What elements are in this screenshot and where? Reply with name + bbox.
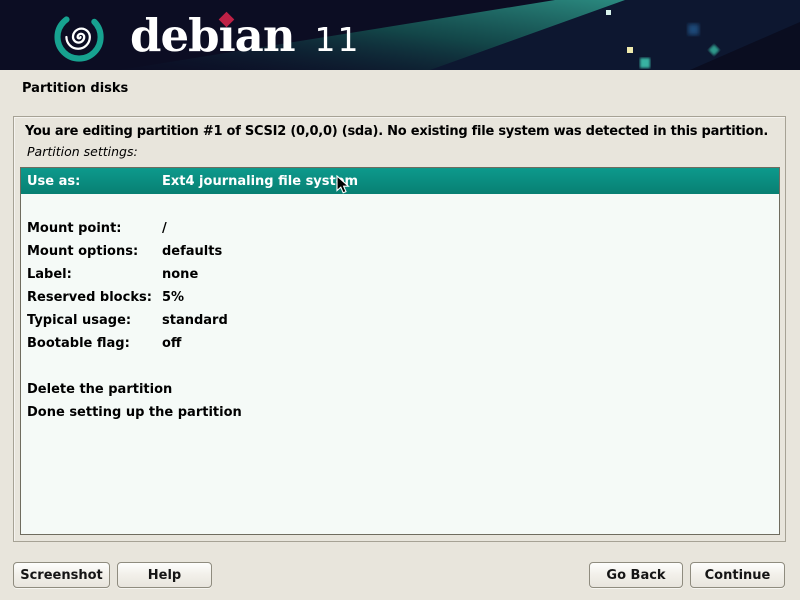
wordmark-i: ı bbox=[219, 0, 235, 70]
setting-value: off bbox=[162, 336, 181, 351]
list-spacer-row bbox=[21, 194, 779, 217]
installer-window: debıan 11 Partition disks You are editing… bbox=[0, 0, 800, 600]
list-item-use-as[interactable]: Use as: Ext4 journaling file system bbox=[21, 168, 779, 194]
wordmark-pre: deb bbox=[130, 9, 219, 62]
version-number: 11 bbox=[315, 20, 361, 59]
setting-label: Bootable flag: bbox=[21, 336, 162, 351]
go-back-button[interactable]: Go Back bbox=[589, 562, 683, 588]
list-item-label[interactable]: Label: none bbox=[21, 263, 779, 286]
setting-value: Ext4 journaling file system bbox=[162, 174, 358, 189]
list-item-delete-partition[interactable]: Delete the partition bbox=[21, 378, 779, 401]
debian-swirl-icon bbox=[50, 7, 110, 67]
setting-label: Label: bbox=[21, 267, 162, 282]
list-item-mount-point[interactable]: Mount point: / bbox=[21, 217, 779, 240]
setting-label: Use as: bbox=[21, 174, 162, 189]
header-banner: debıan 11 bbox=[0, 0, 800, 70]
list-item-typical-usage[interactable]: Typical usage: standard bbox=[21, 309, 779, 332]
continue-button[interactable]: Continue bbox=[690, 562, 785, 588]
page-title: Partition disks bbox=[22, 81, 128, 96]
setting-label: Mount options: bbox=[21, 244, 162, 259]
setting-value: standard bbox=[162, 313, 228, 328]
wordmark-post: an bbox=[235, 9, 295, 62]
banner-artwork bbox=[0, 0, 800, 70]
list-item-bootable-flag[interactable]: Bootable flag: off bbox=[21, 332, 779, 355]
action-label: Done setting up the partition bbox=[21, 405, 242, 420]
partition-settings-list[interactable]: Use as: Ext4 journaling file system Moun… bbox=[20, 167, 780, 535]
list-item-reserved-blocks[interactable]: Reserved blocks: 5% bbox=[21, 286, 779, 309]
debian-wordmark: debıan 11 bbox=[130, 0, 361, 70]
setting-value: 5% bbox=[162, 290, 184, 305]
setting-label: Reserved blocks: bbox=[21, 290, 162, 305]
setting-value: / bbox=[162, 221, 167, 236]
list-spacer-row bbox=[21, 355, 779, 378]
action-label: Delete the partition bbox=[21, 382, 172, 397]
setting-value: defaults bbox=[162, 244, 222, 259]
mouse-cursor-icon bbox=[336, 175, 350, 195]
content-frame: You are editing partition #1 of SCSI2 (0… bbox=[13, 116, 786, 542]
list-item-mount-options[interactable]: Mount options: defaults bbox=[21, 240, 779, 263]
settings-caption: Partition settings: bbox=[27, 144, 138, 159]
screenshot-button[interactable]: Screenshot bbox=[13, 562, 110, 588]
setting-label: Typical usage: bbox=[21, 313, 162, 328]
help-button[interactable]: Help bbox=[117, 562, 212, 588]
setting-value: none bbox=[162, 267, 198, 282]
list-item-done-partition[interactable]: Done setting up the partition bbox=[21, 401, 779, 424]
partition-info-text: You are editing partition #1 of SCSI2 (0… bbox=[25, 124, 768, 139]
setting-label: Mount point: bbox=[21, 221, 162, 236]
